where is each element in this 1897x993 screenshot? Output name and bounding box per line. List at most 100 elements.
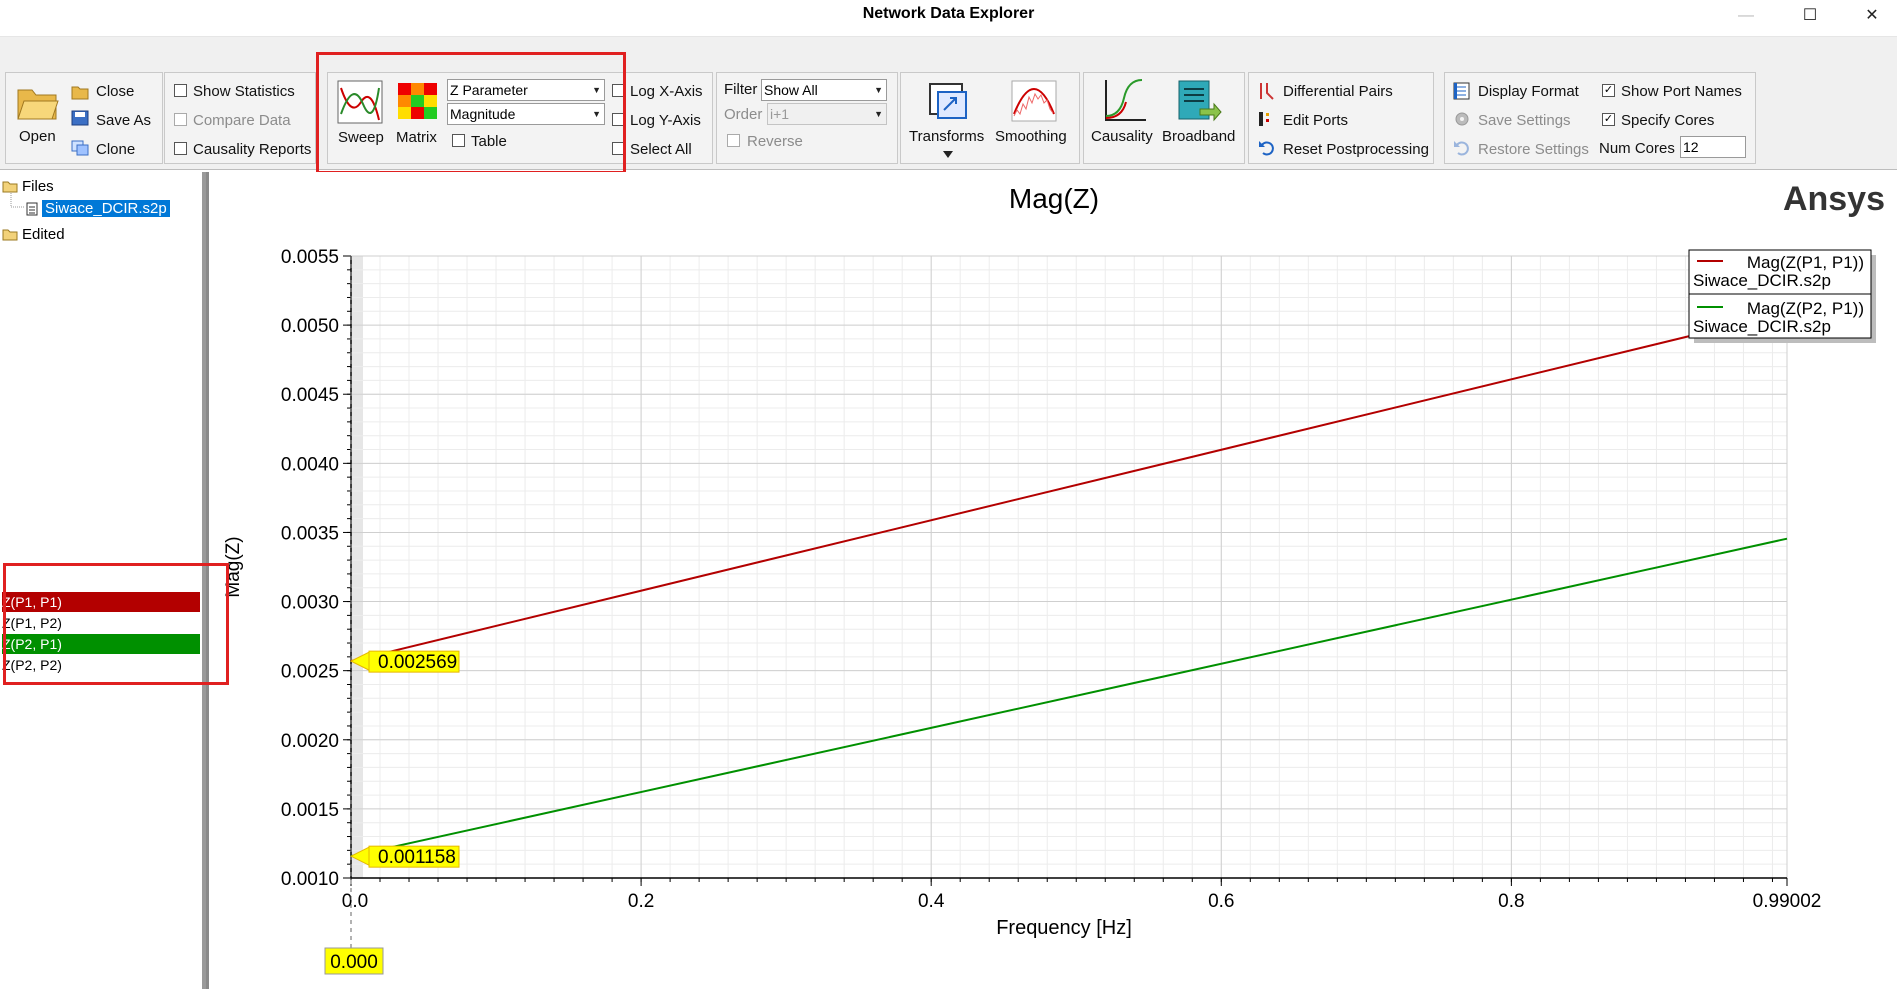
tree-edited-node[interactable]: Edited — [22, 226, 65, 243]
files-folder-icon — [2, 181, 18, 193]
maximize-button[interactable]: ☐ — [1790, 2, 1830, 30]
parameter-select[interactable]: Z Parameter ▼ — [447, 79, 605, 101]
differential-pairs-icon — [1260, 83, 1274, 100]
edited-folder-icon — [2, 229, 18, 241]
file-tree-panel: Files Siwace_DCIR.s2p Edited Z(P1, P1) Z(… — [0, 172, 206, 989]
order-label: Order — [724, 106, 763, 123]
show-port-names-label: Show Port Names — [1621, 83, 1742, 100]
smoothing-button[interactable]: Smoothing — [995, 128, 1067, 145]
causality-reports-checkbox[interactable] — [174, 142, 187, 155]
causality-reports-label: Causality Reports — [193, 141, 312, 158]
minimize-button[interactable]: — — [1726, 2, 1766, 30]
order-select[interactable]: i+1 ▼ — [767, 103, 887, 125]
trace-item[interactable]: Z(P2, P1) — [2, 634, 200, 654]
x-tick-label: 0.8 — [1498, 891, 1524, 912]
transforms-dropdown-arrow-icon[interactable] — [942, 150, 954, 159]
transforms-icon[interactable] — [926, 80, 972, 122]
title-bar: Network Data Explorer — ☐ ✕ — [0, 0, 1897, 36]
differential-pairs-button[interactable]: Differential Pairs — [1283, 83, 1393, 100]
x-tick-label: 0.6 — [1208, 891, 1234, 912]
mag-z-chart[interactable]: 0.0 0.2 0.4 0.6 0.8 0.99002 0.0055 0.0050 0.0045… — [209, 172, 1897, 989]
legend-series-file: Siwace_DCIR.s2p — [1693, 271, 1831, 290]
log-y-axis-checkbox[interactable] — [612, 113, 625, 126]
file-document-icon — [26, 202, 38, 216]
display-format-icon — [1453, 82, 1470, 100]
trace-item[interactable]: Z(P1, P2) — [2, 613, 200, 633]
display-format-button[interactable]: Display Format — [1478, 83, 1579, 100]
log-x-axis-label: Log X-Axis — [630, 83, 703, 100]
marker-value-label: 0.002569 — [378, 652, 457, 673]
num-cores-input[interactable]: 12 — [1680, 136, 1746, 158]
y-tick-label: 0.0020 — [281, 731, 339, 752]
chart-title: Mag(Z) — [1009, 183, 1099, 214]
transforms-button[interactable]: Transforms — [909, 128, 984, 145]
smoothing-icon[interactable] — [1011, 80, 1057, 122]
reset-postprocessing-button[interactable]: Reset Postprocessing — [1283, 141, 1429, 158]
y-tick-label: 0.0045 — [281, 385, 339, 406]
legend-series-name: Mag(Z(P1, P1)) — [1747, 253, 1864, 272]
edit-ports-button[interactable]: Edit Ports — [1283, 112, 1348, 129]
select-all-checkbox[interactable] — [612, 142, 625, 155]
legend-series-file: Siwace_DCIR.s2p — [1693, 317, 1831, 336]
ansys-logo: Ansys — [1783, 180, 1885, 218]
y-tick-label: 0.0030 — [281, 593, 339, 614]
y-tick-label: 0.0010 — [281, 869, 339, 890]
show-statistics-label: Show Statistics — [193, 83, 295, 100]
restore-settings-button[interactable]: Restore Settings — [1478, 141, 1589, 158]
x-tick-label: 0.0 — [342, 891, 368, 912]
trace-item[interactable]: Z(P2, P2) — [2, 655, 200, 675]
plot-panel: 0.0 0.2 0.4 0.6 0.8 0.99002 0.0055 0.0050 0.0045… — [206, 172, 1897, 989]
filter-select[interactable]: Show All ▼ — [761, 79, 887, 101]
edit-ports-icon — [1259, 112, 1269, 126]
y-tick-label: 0.0055 — [281, 247, 339, 268]
reset-undo-icon — [1259, 141, 1274, 156]
y-tick-label: 0.0040 — [281, 454, 339, 475]
broadband-icon[interactable] — [1176, 79, 1222, 123]
open-button[interactable]: Open — [19, 128, 56, 145]
clone-icon — [71, 140, 89, 156]
trace-item[interactable]: Z(P1, P1) — [2, 592, 200, 612]
log-y-axis-label: Log Y-Axis — [630, 112, 701, 129]
close-button[interactable]: Close — [96, 83, 134, 100]
marker-value-label: 0.001158 — [378, 847, 456, 868]
save-settings-button[interactable]: Save Settings — [1478, 112, 1571, 129]
clone-button[interactable]: Clone — [96, 141, 135, 158]
window-title: Network Data Explorer — [862, 5, 1035, 22]
tree-file-item[interactable]: Siwace_DCIR.s2p — [42, 200, 170, 217]
select-all-label: Select All — [630, 141, 692, 158]
table-checkbox[interactable] — [452, 134, 465, 147]
cursor-value-label: 0.000 — [330, 952, 378, 973]
y-tick-label: 0.0015 — [281, 800, 339, 821]
specify-cores-label: Specify Cores — [1621, 112, 1715, 129]
num-cores-label: Num Cores — [1599, 140, 1675, 157]
broadband-button[interactable]: Broadband — [1162, 128, 1235, 145]
sweep-plot-icon[interactable] — [337, 80, 383, 124]
plot-area — [351, 256, 1787, 878]
y-tick-label: 0.0050 — [281, 316, 339, 337]
compare-data-checkbox[interactable] — [174, 113, 187, 126]
specify-cores-checkbox[interactable]: ✓ — [1602, 113, 1615, 126]
save-settings-gear-icon — [1455, 112, 1469, 126]
x-tick-label: 0.4 — [918, 891, 945, 912]
y-tick-label: 0.0025 — [281, 662, 339, 683]
table-label: Table — [471, 133, 507, 150]
y-tick-label: 0.0035 — [281, 523, 339, 544]
show-port-names-checkbox[interactable]: ✓ — [1602, 84, 1615, 97]
reverse-checkbox[interactable] — [727, 134, 740, 147]
log-x-axis-checkbox[interactable] — [612, 84, 625, 97]
causality-button[interactable]: Causality — [1091, 128, 1153, 145]
x-tick-label: 0.99002 — [1753, 891, 1822, 912]
format-select[interactable]: Magnitude ▼ — [447, 103, 605, 125]
close-window-button[interactable]: ✕ — [1852, 2, 1892, 30]
x-axis-label: Frequency [Hz] — [996, 917, 1132, 939]
close-folder-icon — [71, 86, 89, 100]
save-as-button[interactable]: Save As — [96, 112, 151, 129]
causality-step-icon[interactable] — [1102, 78, 1148, 124]
sweep-button[interactable]: Sweep — [338, 129, 384, 146]
x-tick-label: 0.2 — [628, 891, 654, 912]
open-folder-icon[interactable] — [16, 82, 60, 122]
show-statistics-checkbox[interactable] — [174, 84, 187, 97]
matrix-grid-icon[interactable] — [397, 82, 439, 122]
matrix-button[interactable]: Matrix — [396, 129, 437, 146]
compare-data-label: Compare Data — [193, 112, 291, 129]
